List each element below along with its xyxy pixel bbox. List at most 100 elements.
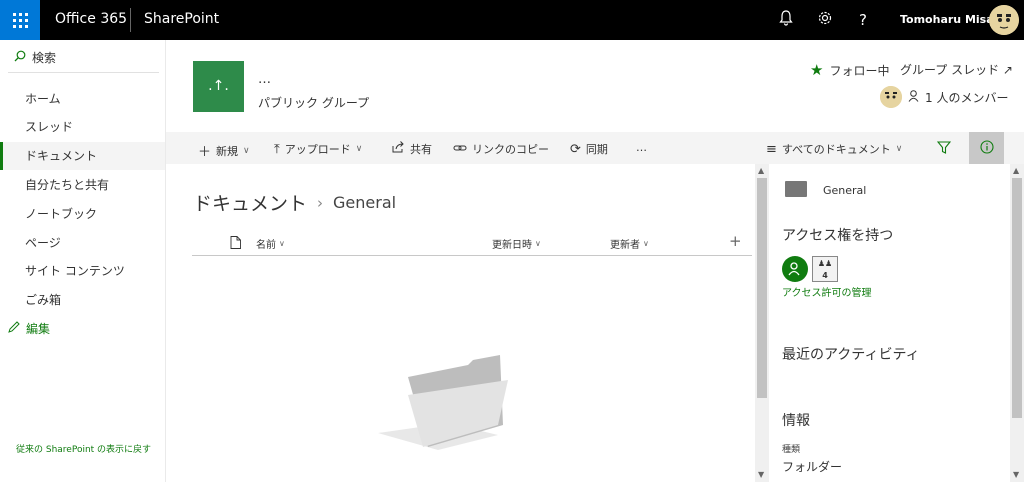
scroll-up-icon[interactable]: ▲ <box>1013 166 1019 175</box>
nav-item-site-contents[interactable]: サイト コンテンツ <box>0 257 165 285</box>
scroll-up-icon[interactable]: ▲ <box>758 166 764 175</box>
nav-item-notebook[interactable]: ノートブック <box>0 200 165 228</box>
sync-button[interactable]: ⟳ 同期 <box>570 141 608 157</box>
add-people-icon[interactable] <box>782 256 808 282</box>
upload-icon: ⤒ <box>274 141 280 157</box>
filter-icon <box>936 141 952 157</box>
upload-label: アップロード <box>284 143 351 156</box>
pencil-icon <box>8 321 20 336</box>
access-list: ♟♟ 4 <box>782 256 838 282</box>
plus-icon: ＋ <box>198 145 212 160</box>
sync-icon: ⟳ <box>570 141 581 157</box>
view-selector[interactable]: ≡ すべてのドキュメント ∨ <box>766 141 902 157</box>
help-icon[interactable]: ? <box>853 10 873 30</box>
copy-link-button[interactable]: リンクのコピー <box>453 141 549 157</box>
link-icon <box>453 142 467 157</box>
panel-folder-name: General <box>823 184 867 197</box>
nav-item-threads[interactable]: スレッド <box>0 113 165 141</box>
person-icon <box>908 89 919 105</box>
follow-button[interactable]: ★ フォロー中 <box>810 61 889 79</box>
view-label: すべてのドキュメント <box>781 143 891 156</box>
search-divider <box>8 72 159 73</box>
modified-column-header[interactable]: 更新日時 ∨ <box>492 236 541 251</box>
follow-label: フォロー中 <box>829 63 890 78</box>
new-label: 新規 <box>216 144 239 158</box>
classic-view-link[interactable]: 従来の SharePoint の表示に戻す <box>16 444 156 456</box>
nav-item-pages[interactable]: ページ <box>0 229 165 257</box>
folder-icon <box>785 181 807 197</box>
app-launcher-button[interactable] <box>0 0 40 40</box>
filter-button[interactable] <box>936 141 952 157</box>
members-label: 1 人のメンバー <box>925 90 1009 105</box>
member-avatar <box>880 86 902 108</box>
search-icon <box>14 50 26 65</box>
access-count: 4 <box>822 271 828 280</box>
modified-by-column-header[interactable]: 更新者 ∨ <box>610 236 649 251</box>
share-label: 共有 <box>410 143 432 156</box>
main-scrollbar[interactable]: ▲ ▼ <box>755 164 769 482</box>
chevron-down-icon: ∨ <box>355 144 363 154</box>
details-panel: General アクセス権を持つ ♟♟ 4 アクセス許可の管理 最近のアクティビ… <box>770 164 1010 482</box>
name-column-header[interactable]: 名前 ∨ <box>256 236 285 251</box>
gear-icon[interactable] <box>815 10 835 30</box>
chevron-down-icon: ∨ <box>279 239 285 248</box>
breadcrumb-root[interactable]: ドキュメント <box>193 189 307 216</box>
members-button[interactable]: 1 人のメンバー <box>880 86 1008 108</box>
empty-folder-illustration <box>378 355 513 455</box>
chevron-down-icon: ∨ <box>535 239 541 248</box>
more-button[interactable]: … <box>636 141 647 154</box>
modified-column-label: 更新日時 <box>492 240 532 251</box>
group-type: パブリック グループ <box>258 96 370 110</box>
nav-item-home[interactable]: ホーム <box>0 85 165 113</box>
breadcrumb: ドキュメント › General <box>193 189 396 216</box>
chevron-down-icon: ∨ <box>643 239 649 248</box>
suite-bar: Office 365 SharePoint ? Tomoharu Misawa <box>0 0 1024 40</box>
modified-by-column-label: 更新者 <box>610 240 640 251</box>
details-pane-button[interactable] <box>969 132 1004 164</box>
group-conversations-link[interactable]: グループ スレッド ↗ <box>900 61 1013 78</box>
star-icon: ★ <box>810 61 824 79</box>
file-type-column[interactable] <box>230 236 241 252</box>
nav-search[interactable]: 検索 <box>14 49 56 66</box>
nav-item-documents[interactable]: ドキュメント <box>0 142 165 170</box>
brand-divider <box>130 8 131 32</box>
group-members-badge[interactable]: ♟♟ 4 <box>812 256 838 282</box>
user-avatar[interactable] <box>989 5 1019 35</box>
share-icon <box>392 141 405 157</box>
edit-label: 編集 <box>26 322 51 336</box>
group-name[interactable]: … <box>258 72 271 87</box>
sync-label: 同期 <box>585 143 608 156</box>
add-column-icon[interactable]: + <box>729 232 742 250</box>
scroll-thumb[interactable] <box>757 178 767 398</box>
manage-access-link[interactable]: アクセス許可の管理 <box>782 284 872 299</box>
share-button[interactable]: 共有 <box>392 141 432 157</box>
group-logo[interactable]: .↑. <box>193 61 244 112</box>
left-navigation: 検索 ホーム スレッド ドキュメント 自分たちと共有 ノートブック ページ サイ… <box>0 40 166 482</box>
chevron-down-icon: ∨ <box>243 145 250 156</box>
name-column-label: 名前 <box>256 240 276 251</box>
recent-activity-heading: 最近のアクティビティ <box>782 347 920 363</box>
new-button[interactable]: ＋ 新規 ∨ <box>198 141 250 161</box>
chevron-right-icon: › <box>317 193 324 212</box>
office365-brand[interactable]: Office 365 <box>55 11 127 27</box>
type-label: 種類 <box>782 445 801 455</box>
panel-scroll-thumb[interactable] <box>1012 178 1022 418</box>
list-column-header: 名前 ∨ 更新日時 ∨ 更新者 ∨ + <box>192 228 752 256</box>
sharepoint-app-title[interactable]: SharePoint <box>144 11 219 27</box>
info-heading: 情報 <box>782 413 810 429</box>
upload-button[interactable]: ⤒ アップロード ∨ <box>274 141 362 157</box>
document-icon <box>230 236 241 252</box>
breadcrumb-current: General <box>333 193 397 212</box>
copy-link-label: リンクのコピー <box>472 143 549 156</box>
info-icon <box>979 139 994 158</box>
list-icon: ≡ <box>766 141 777 157</box>
nav-item-shared-with-us[interactable]: 自分たちと共有 <box>0 171 165 199</box>
scroll-down-icon[interactable]: ▼ <box>1013 470 1019 479</box>
nav-edit-link[interactable]: 編集 <box>8 320 50 337</box>
scroll-down-icon[interactable]: ▼ <box>758 470 764 479</box>
group-icon: ♟♟ <box>817 259 833 268</box>
search-label: 検索 <box>32 51 57 65</box>
panel-scrollbar[interactable]: ▲ ▼ <box>1010 164 1024 482</box>
bell-icon[interactable] <box>776 10 796 30</box>
nav-item-recycle-bin[interactable]: ごみ箱 <box>0 286 165 314</box>
